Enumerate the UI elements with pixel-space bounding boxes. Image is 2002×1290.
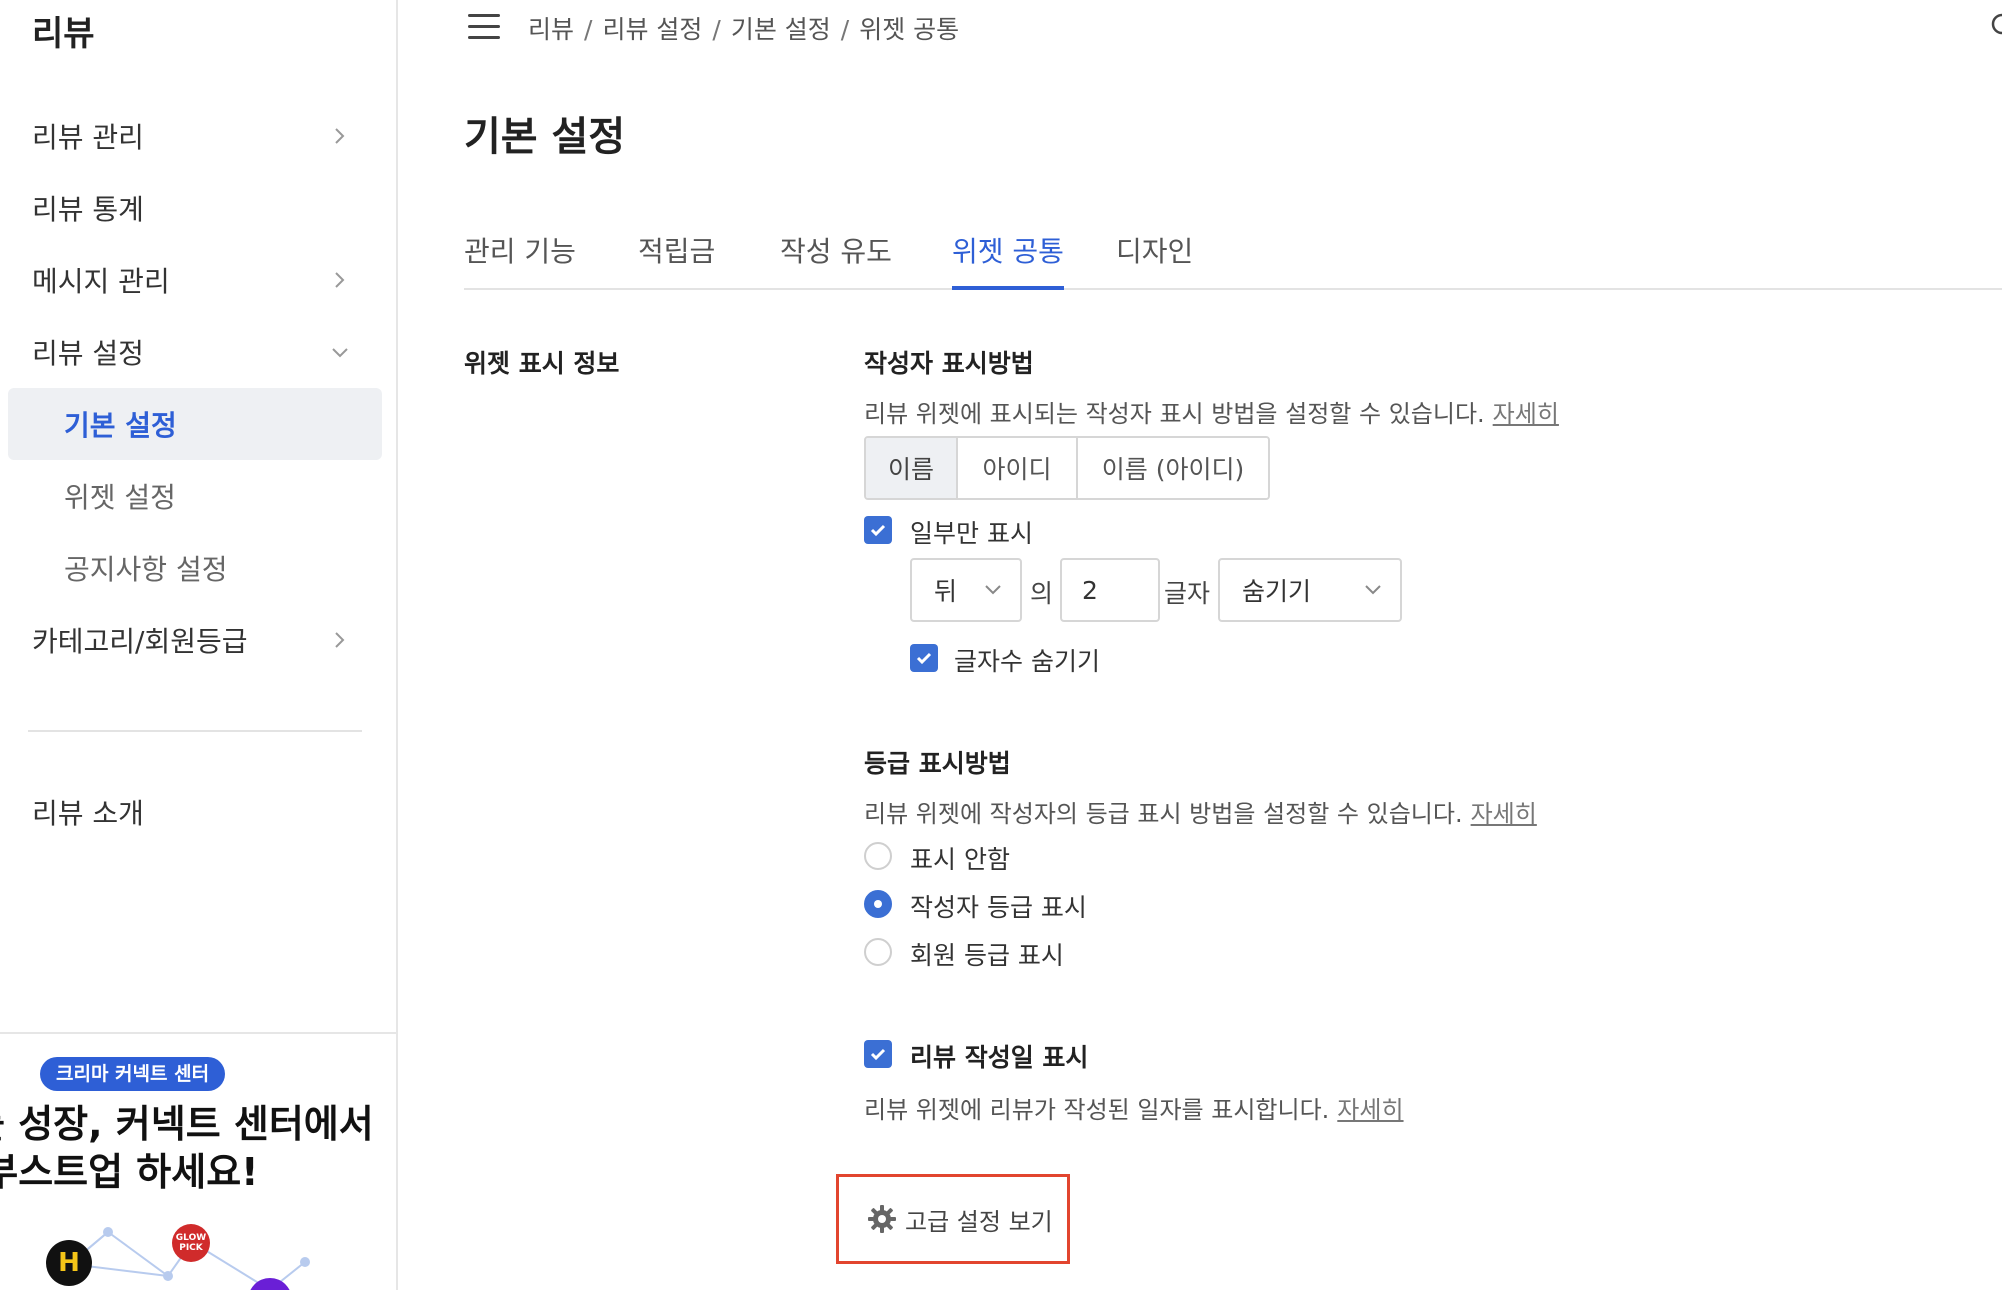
promo-title[interactable]: 를 성장, 커넥트 센터에서 부스트업 하세요! <box>0 1100 390 1196</box>
menu-icon[interactable] <box>468 14 500 40</box>
hide-count-checkbox[interactable] <box>910 644 938 672</box>
sidebar-item-notice-settings[interactable]: 공지사항 설정 <box>8 532 382 604</box>
promo-divider <box>0 1032 396 1034</box>
chars-text: 글자 <box>1164 579 1211 608</box>
tab-points[interactable]: 적립금 <box>638 230 715 290</box>
sidebar-item-message-manage[interactable]: 메시지 관리 <box>8 244 382 316</box>
sidebar-item-basic-settings[interactable]: 기본 설정 <box>8 388 382 460</box>
breadcrumb-item[interactable]: 리뷰 설정 <box>602 15 702 44</box>
author-display-segmented: 이름 아이디 이름 (아이디) <box>864 436 1270 500</box>
of-text: 의 <box>1030 579 1054 608</box>
chevron-right-icon <box>335 272 345 288</box>
chevron-right-icon <box>335 632 345 648</box>
gear-icon <box>868 1205 896 1233</box>
tab-widget-common[interactable]: 위젯 공통 <box>952 230 1064 290</box>
sidebar-item-category-grade[interactable]: 카테고리/회원등급 <box>8 604 382 676</box>
grade-display-desc: 리뷰 위젯에 작성자의 등급 표시 방법을 설정할 수 있습니다. 자세히 <box>864 794 1537 829</box>
position-select-value: 뒤 <box>934 577 958 606</box>
section-label: 위젯 표시 정보 <box>464 349 620 378</box>
check-icon <box>870 1048 886 1061</box>
date-display-desc: 리뷰 위젯에 리뷰가 작성된 일자를 표시합니다. 자세히 <box>864 1090 1404 1125</box>
sidebar-item-label: 기본 설정 <box>64 409 177 442</box>
grade-option-label: 표시 안함 <box>910 845 1010 874</box>
sidebar-item-review-settings[interactable]: 리뷰 설정 <box>8 316 382 388</box>
grade-radio-none[interactable] <box>864 842 892 870</box>
author-display-desc-text: 리뷰 위젯에 표시되는 작성자 표시 방법을 설정할 수 있습니다. <box>864 400 1485 428</box>
sidebar-divider <box>28 730 362 732</box>
author-option-name[interactable]: 이름 <box>866 438 958 498</box>
mode-select[interactable]: 숨기기 <box>1218 558 1402 622</box>
date-display-checkbox[interactable] <box>864 1040 892 1068</box>
tab-bar: 관리 기능 적립금 작성 유도 위젯 공통 디자인 <box>464 230 2002 290</box>
chevron-right-icon <box>335 128 345 144</box>
grade-display-title: 등급 표시방법 <box>864 749 1011 778</box>
sidebar-item-label: 메시지 관리 <box>32 265 170 298</box>
breadcrumb-item: 위젯 공통 <box>859 15 960 44</box>
sidebar-item-label: 리뷰 설정 <box>32 337 144 370</box>
sidebar-item-review-intro[interactable]: 리뷰 소개 <box>8 776 382 848</box>
advanced-settings-label: 고급 설정 보기 <box>905 1207 1053 1236</box>
author-option-id[interactable]: 아이디 <box>958 438 1078 498</box>
check-icon <box>870 524 886 537</box>
breadcrumb-item[interactable]: 기본 설정 <box>731 15 831 44</box>
sidebar-item-label: 공지사항 설정 <box>64 553 228 586</box>
mode-select-value: 숨기기 <box>1242 577 1312 606</box>
char-count-input[interactable] <box>1060 558 1160 622</box>
sidebar-item-label: 카테고리/회원등급 <box>32 625 248 658</box>
date-more-link[interactable]: 자세히 <box>1337 1096 1403 1124</box>
breadcrumb: 리뷰 / 리뷰 설정 / 기본 설정 / 위젯 공통 <box>528 15 960 44</box>
sidebar-item-label: 위젯 설정 <box>64 481 176 514</box>
date-display-desc-text: 리뷰 위젯에 리뷰가 작성된 일자를 표시합니다. <box>864 1096 1330 1124</box>
grade-display-desc-text: 리뷰 위젯에 작성자의 등급 표시 방법을 설정할 수 있습니다. <box>864 800 1463 828</box>
author-display-desc: 리뷰 위젯에 표시되는 작성자 표시 방법을 설정할 수 있습니다. 자세히 <box>864 394 1559 429</box>
tab-management[interactable]: 관리 기능 <box>464 230 576 290</box>
grade-option-label: 작성자 등급 표시 <box>910 893 1087 922</box>
check-icon <box>916 652 932 665</box>
hide-count-label: 글자수 숨기기 <box>954 647 1100 676</box>
grade-more-link[interactable]: 자세히 <box>1471 800 1537 828</box>
sidebar-brand: 리뷰 <box>32 14 95 54</box>
grade-radio-author[interactable] <box>864 890 892 918</box>
tab-design[interactable]: 디자인 <box>1116 230 1193 290</box>
search-icon[interactable] <box>1990 12 2002 42</box>
partner-logo-h: H <box>46 1240 92 1286</box>
sidebar-item-widget-settings[interactable]: 위젯 설정 <box>8 460 382 532</box>
author-display-title: 작성자 표시방법 <box>864 349 1034 378</box>
grade-radio-member[interactable] <box>864 938 892 966</box>
chevron-down-icon <box>332 348 348 358</box>
partner-logo-glowpick: GLOW PICK <box>172 1224 210 1262</box>
partial-display-checkbox[interactable] <box>864 516 892 544</box>
main-content: 리뷰 / 리뷰 설정 / 기본 설정 / 위젯 공통 기본 설정 관리 기능 적립금 작성 … <box>400 0 2002 1290</box>
author-option-name-id[interactable]: 이름 (아이디) <box>1078 438 1268 498</box>
position-select[interactable]: 뒤 <box>910 558 1022 622</box>
sidebar-item-label: 리뷰 통계 <box>32 193 144 226</box>
grade-option-label: 회원 등급 표시 <box>910 941 1064 970</box>
partial-display-label: 일부만 표시 <box>910 519 1033 548</box>
advanced-settings-button[interactable]: 고급 설정 보기 <box>836 1174 1070 1264</box>
sidebar-item-label: 리뷰 관리 <box>32 121 144 154</box>
breadcrumb-item[interactable]: 리뷰 <box>528 15 574 44</box>
chevron-down-icon <box>985 585 1001 595</box>
sidebar-item-review-stats[interactable]: 리뷰 통계 <box>8 172 382 244</box>
sidebar-item-label: 리뷰 소개 <box>32 797 144 830</box>
chevron-down-icon <box>1365 585 1381 595</box>
author-more-link[interactable]: 자세히 <box>1493 400 1559 428</box>
sidebar-item-review-manage[interactable]: 리뷰 관리 <box>8 100 382 172</box>
page-title: 기본 설정 <box>464 114 626 160</box>
sidebar: 리뷰 리뷰 관리 리뷰 통계 메시지 관리 리뷰 설정 기본 설정 위젯 설정 … <box>0 0 398 1290</box>
date-display-label: 리뷰 작성일 표시 <box>910 1043 1089 1072</box>
promo-badge[interactable]: 크리마 커넥트 센터 <box>40 1057 226 1091</box>
tab-writing-incentive[interactable]: 작성 유도 <box>780 230 892 290</box>
